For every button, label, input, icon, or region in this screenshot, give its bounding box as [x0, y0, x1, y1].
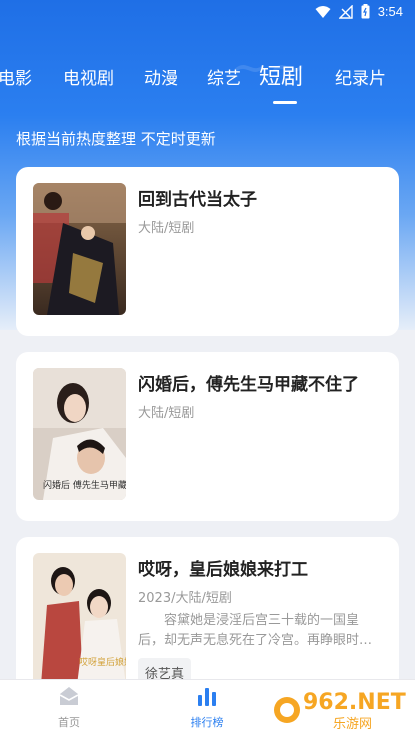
- nav-home[interactable]: 首页: [29, 686, 109, 730]
- clock: 3:54: [377, 4, 403, 19]
- tab-anime[interactable]: 动漫: [144, 62, 178, 96]
- tab-movie[interactable]: 电影: [0, 62, 32, 96]
- ranking-icon: [196, 688, 218, 710]
- battery-icon: [361, 4, 370, 19]
- site-watermark: 962.NET 乐游网: [273, 684, 409, 734]
- drama-meta: 大陆/短剧: [138, 406, 195, 421]
- nav-ranking-label: 排行榜: [190, 716, 224, 729]
- poster-image[interactable]: 闪婚后 傅先生马甲藏不住了: [33, 368, 126, 500]
- drama-meta: 2023/大陆/短剧: [138, 591, 232, 606]
- nav-ranking[interactable]: 排行榜: [167, 686, 247, 730]
- poster-caption: 闪婚后 傅先生马甲藏不住了: [43, 479, 126, 491]
- drama-title[interactable]: 哎呀，皇后娘娘来打工: [138, 555, 308, 580]
- nav-home-label: 首页: [58, 716, 80, 729]
- status-bar: 3:54: [0, 0, 415, 26]
- watermark-subtext: 乐游网: [333, 717, 372, 732]
- category-tabs: 电影 电视剧 动漫 综艺 短剧 纪录片: [0, 62, 415, 102]
- ranking-subtitle: 根据当前热度整理 不定时更新: [16, 130, 216, 148]
- active-tab-indicator: [273, 101, 297, 104]
- wifi-icon: [315, 5, 331, 19]
- drama-title[interactable]: 闪婚后，傅先生马甲藏不住了: [138, 370, 359, 395]
- poster-image[interactable]: [33, 183, 126, 315]
- tab-variety[interactable]: 综艺: [207, 62, 241, 96]
- drama-description: 容黛她是浸淫后宫三十载的一国皇后，却无声无息死在了冷宫。再睁眼时…: [138, 613, 373, 648]
- poster-image[interactable]: 哎呀皇后娘娘来打工: [33, 553, 126, 685]
- drama-title[interactable]: 回到古代当太子: [138, 185, 257, 210]
- ranking-card[interactable]: 回到古代当太子 大陆/短剧: [16, 167, 399, 336]
- no-signal-icon: [338, 4, 353, 19]
- tab-tv-series[interactable]: 电视剧: [63, 62, 114, 96]
- home-icon: [58, 687, 80, 710]
- ranking-card[interactable]: 闪婚后 傅先生马甲藏不住了 闪婚后，傅先生马甲藏不住了 大陆/短剧: [16, 352, 399, 521]
- drama-meta: 大陆/短剧: [138, 221, 195, 236]
- poster-caption: 哎呀皇后娘娘来打工: [79, 656, 126, 668]
- tab-documentary[interactable]: 纪录片: [335, 62, 386, 96]
- tab-short-drama[interactable]: 短剧: [259, 62, 303, 94]
- watermark-text: 962.NET: [303, 690, 406, 715]
